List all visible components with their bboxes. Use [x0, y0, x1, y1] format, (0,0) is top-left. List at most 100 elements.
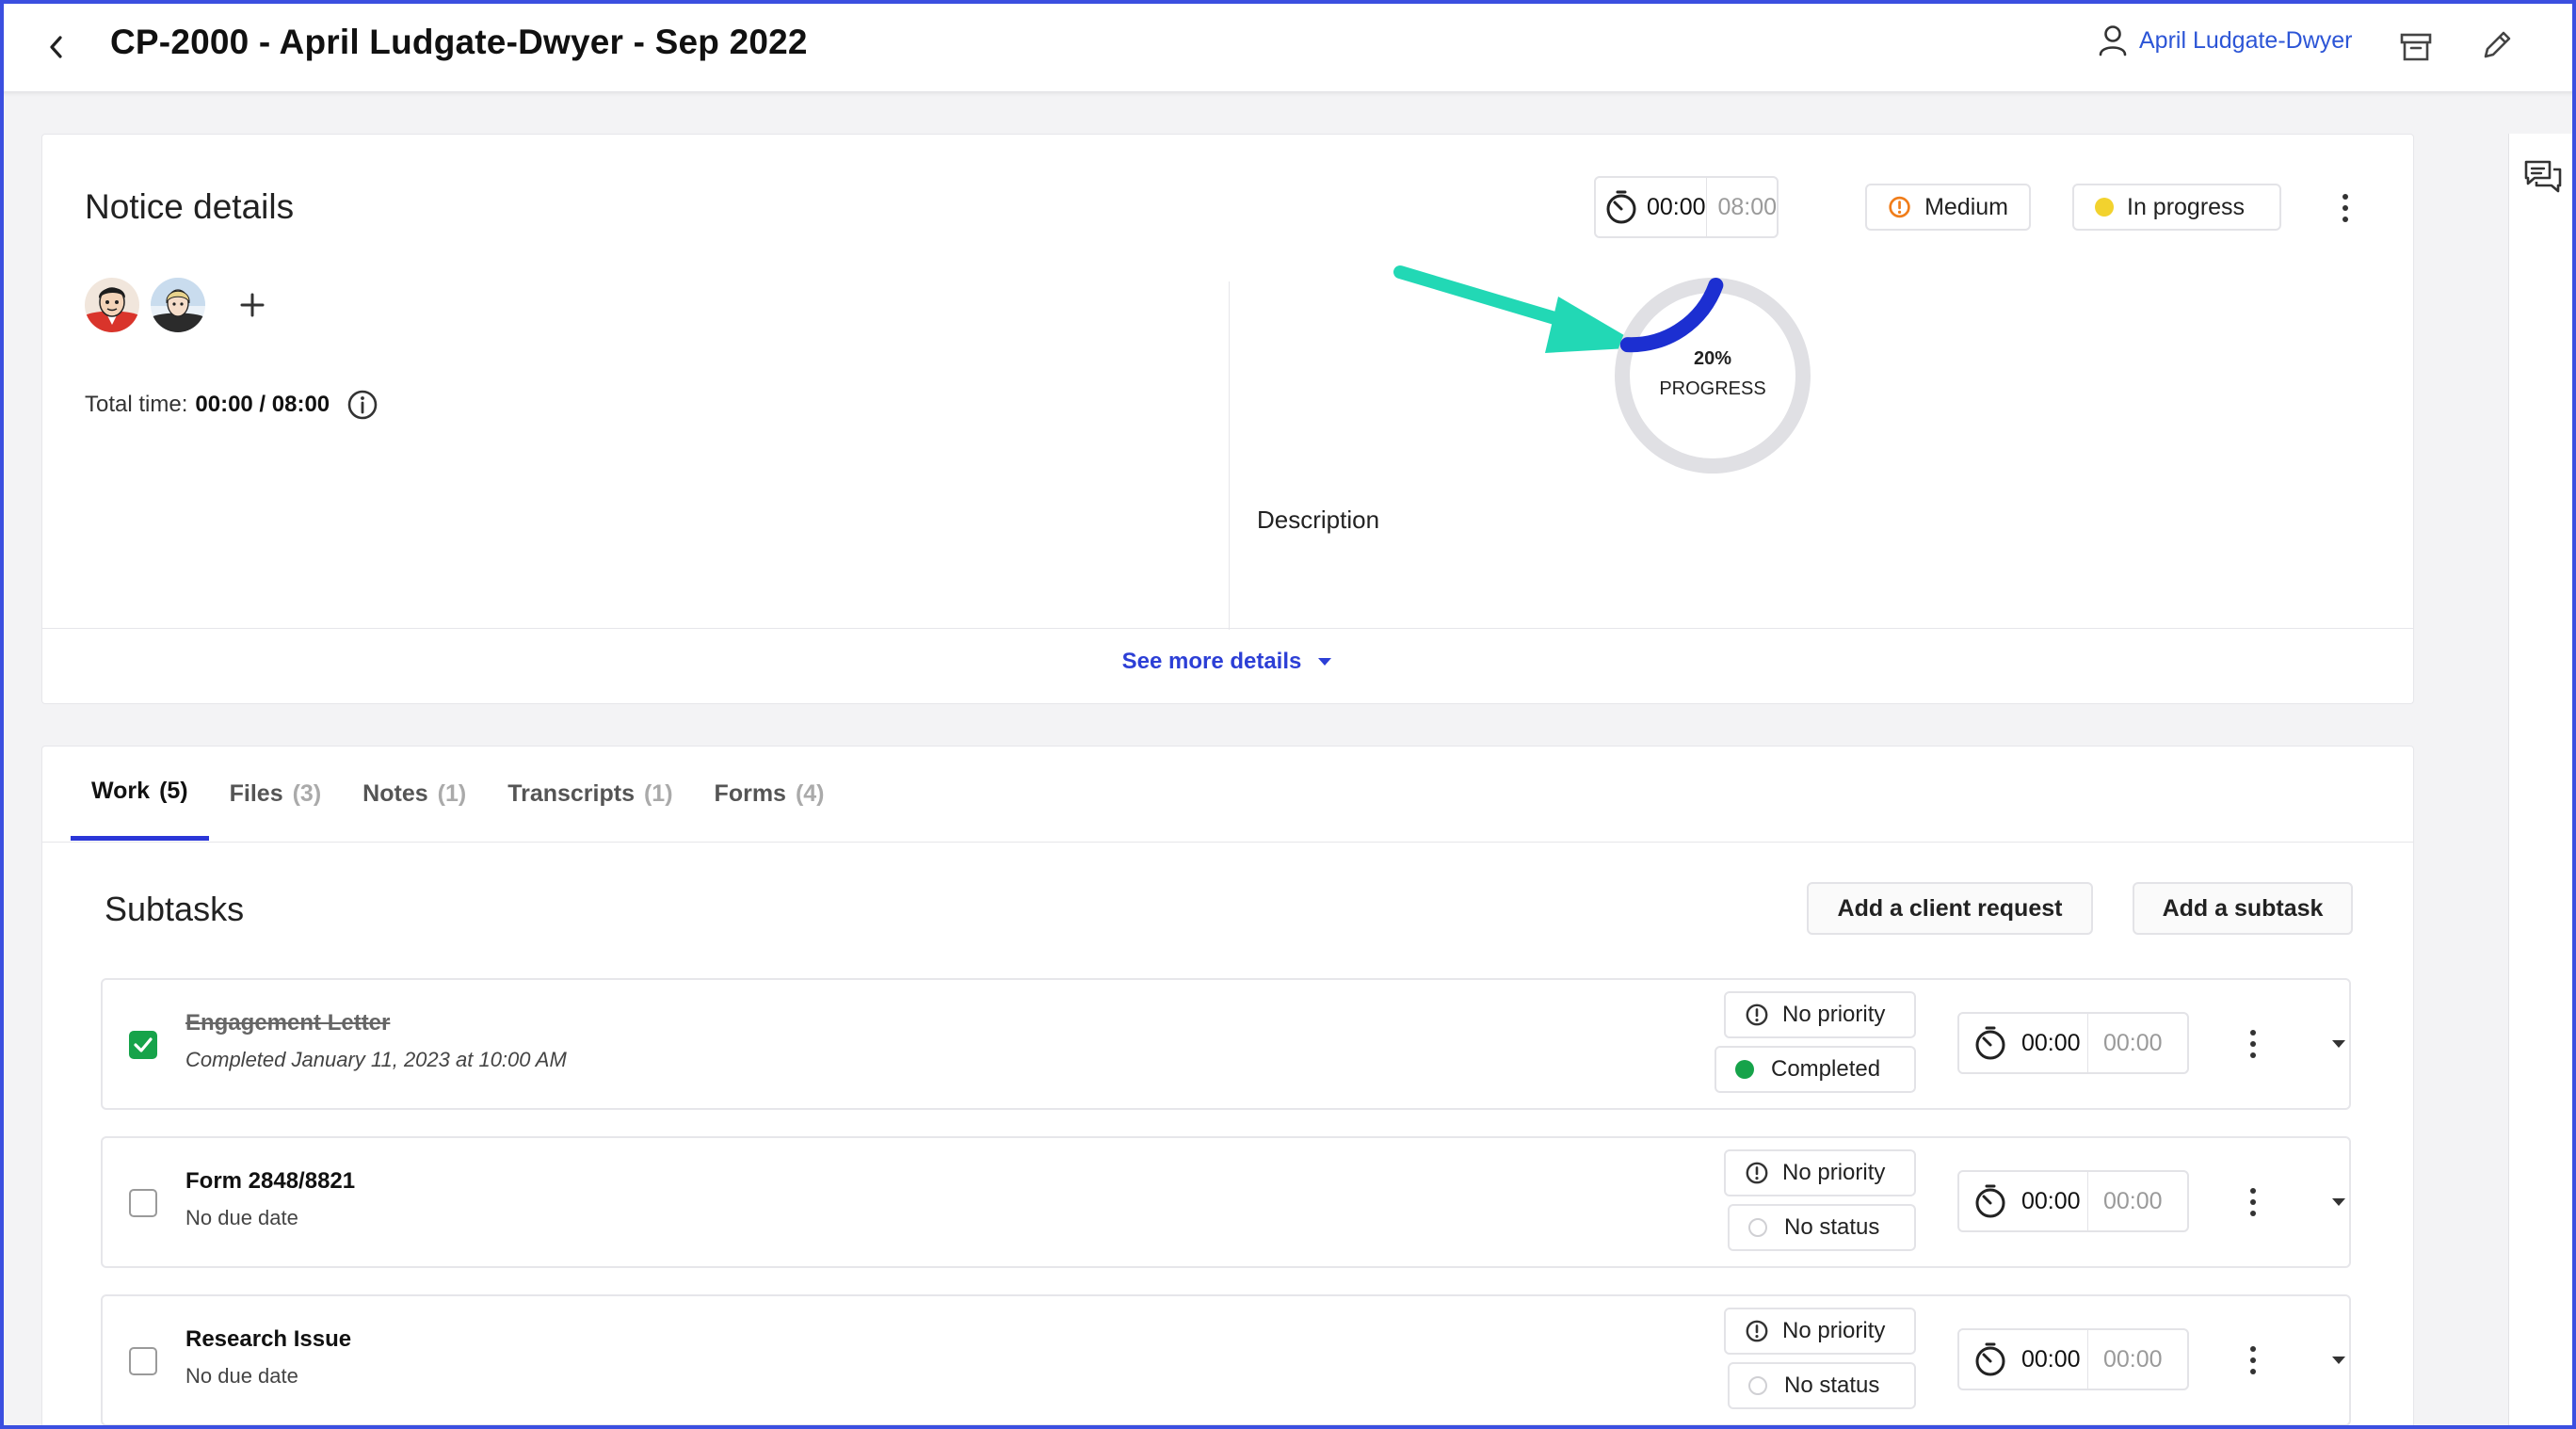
timer-estimate[interactable]: 00:00: [2088, 1346, 2163, 1373]
subtask-timer[interactable]: 00:00 00:00: [1957, 1170, 2189, 1232]
subtask-expand-button[interactable]: [2325, 1349, 2353, 1372]
right-rail: [2508, 134, 2576, 1429]
tab-count: (3): [292, 779, 322, 807]
tab-notes[interactable]: Notes (1): [342, 747, 487, 841]
progress-label: 20% PROGRESS: [1611, 344, 1814, 404]
notice-timer[interactable]: 00:00 08:00: [1594, 176, 1779, 238]
more-vertical-icon: [2250, 1030, 2256, 1036]
tab-forms[interactable]: Forms (4): [694, 747, 845, 841]
notice-more-menu[interactable]: [2332, 189, 2359, 227]
tab-label: Work: [91, 778, 151, 804]
subtask-checkbox[interactable]: [129, 1189, 157, 1217]
caret-down-icon: [2332, 1040, 2345, 1048]
priority-alert-icon: [1746, 1004, 1768, 1026]
status-label: Completed: [1771, 1056, 1881, 1082]
timer-icon[interactable]: [1959, 1183, 2021, 1219]
status-label: No status: [1784, 1214, 1880, 1240]
status-dot-icon: [1735, 1060, 1754, 1079]
tab-work[interactable]: Work (5): [71, 747, 209, 841]
subtask-row[interactable]: Research Issue No due date No priority N…: [101, 1294, 2351, 1426]
timer-elapsed: 00:00: [2021, 1345, 2081, 1373]
subtask-row[interactable]: Engagement Letter Completed January 11, …: [101, 978, 2351, 1110]
add-assignee-button[interactable]: [233, 286, 271, 324]
tab-label: Files: [229, 779, 283, 807]
timer-icon[interactable]: [1596, 189, 1647, 225]
subtask-status-dropdown[interactable]: Completed: [1715, 1046, 1916, 1093]
subtask-more-menu[interactable]: [2244, 1025, 2262, 1063]
timer-estimate[interactable]: 00:00: [2088, 1188, 2163, 1215]
add-subtask-button[interactable]: Add a subtask: [2133, 882, 2353, 935]
pencil-icon: [2484, 31, 2511, 58]
subtasks-title: Subtasks: [105, 890, 245, 928]
subtask-more-menu[interactable]: [2244, 1341, 2262, 1379]
subtask-more-menu[interactable]: [2244, 1183, 2262, 1221]
tab-transcripts[interactable]: Transcripts (1): [487, 747, 693, 841]
see-more-details-button[interactable]: See more details: [42, 649, 2413, 675]
subtask-timer[interactable]: 00:00 00:00: [1957, 1328, 2189, 1390]
priority-label: Medium: [1924, 193, 2008, 220]
subtask-priority-dropdown[interactable]: No priority: [1724, 1149, 1916, 1196]
priority-dropdown[interactable]: Medium: [1865, 184, 2031, 231]
timer-estimate[interactable]: 08:00: [1706, 194, 1777, 221]
subtask-name[interactable]: Research Issue: [185, 1326, 351, 1353]
subtask-priority-dropdown[interactable]: No priority: [1724, 991, 1916, 1038]
comments-button[interactable]: [2520, 154, 2566, 200]
timer-elapsed: 00:00: [1647, 193, 1706, 220]
status-label: In progress: [2127, 193, 2246, 220]
subtask-checkbox[interactable]: [129, 1031, 157, 1059]
subtask-name[interactable]: Engagement Letter: [185, 1010, 390, 1036]
info-icon[interactable]: [346, 389, 378, 421]
chevron-left-icon: [50, 36, 62, 58]
more-vertical-icon: [2250, 1346, 2256, 1352]
avatar[interactable]: [151, 278, 205, 332]
tab-label: Transcripts: [507, 779, 635, 807]
user-icon: [2099, 25, 2127, 56]
subtask-priority-dropdown[interactable]: No priority: [1724, 1308, 1916, 1355]
subtask-name[interactable]: Form 2848/8821: [185, 1168, 355, 1195]
total-time-label: Total time:: [85, 392, 188, 417]
avatar[interactable]: [85, 278, 139, 332]
caret-down-icon: [2332, 1357, 2345, 1364]
timer-elapsed: 00:00: [2021, 1187, 2081, 1214]
subtask-timer[interactable]: 00:00 00:00: [1957, 1012, 2189, 1074]
tab-files[interactable]: Files (3): [209, 747, 343, 841]
caret-down-icon: [1318, 658, 1332, 666]
more-vertical-icon: [2250, 1188, 2256, 1194]
status-dropdown[interactable]: In progress: [2072, 184, 2281, 231]
subtask-subtitle: Completed January 11, 2023 at 10:00 AM: [185, 1048, 567, 1071]
tab-count: (4): [795, 779, 825, 807]
subtask-expand-button[interactable]: [2325, 1191, 2353, 1213]
status-dot-icon: [1748, 1376, 1767, 1395]
plus-icon: [240, 293, 265, 317]
total-time: Total time: 00:00 / 08:00: [85, 389, 378, 421]
tab-count: (1): [437, 779, 467, 807]
status-label: No status: [1784, 1373, 1880, 1398]
add-client-request-button[interactable]: Add a client request: [1807, 882, 2093, 935]
status-dot-icon: [1748, 1218, 1767, 1237]
comments-icon: [2524, 160, 2562, 193]
subtask-expand-button[interactable]: [2325, 1033, 2353, 1055]
progress-caption: PROGRESS: [1659, 378, 1766, 399]
timer-icon[interactable]: [1959, 1025, 2021, 1061]
assigned-user-link[interactable]: April Ludgate-Dwyer: [2098, 24, 2353, 56]
subtask-status-dropdown[interactable]: No status: [1728, 1204, 1916, 1251]
checkmark-icon: [134, 1037, 153, 1052]
top-header: CP-2000 - April Ludgate-Dwyer - Sep 2022…: [0, 0, 2576, 92]
tab-label: Forms: [714, 779, 786, 807]
user-name: April Ludgate-Dwyer: [2139, 26, 2353, 54]
total-time-value: 00:00 / 08:00: [195, 392, 330, 417]
archive-button[interactable]: [2395, 26, 2437, 68]
archive-icon: [2400, 33, 2432, 61]
edit-button[interactable]: [2476, 24, 2518, 66]
subtask-status-dropdown[interactable]: No status: [1728, 1362, 1916, 1409]
priority-alert-icon: [1746, 1162, 1768, 1184]
timer-estimate[interactable]: 00:00: [2088, 1030, 2163, 1057]
status-dot-icon: [2095, 198, 2114, 217]
subtask-row[interactable]: Form 2848/8821 No due date No priority N…: [101, 1136, 2351, 1268]
subtask-checkbox[interactable]: [129, 1347, 157, 1375]
timer-icon[interactable]: [1959, 1341, 2021, 1377]
subtask-subtitle: No due date: [185, 1364, 298, 1388]
priority-label: No priority: [1782, 1318, 1886, 1343]
assignees: [85, 278, 271, 332]
back-button[interactable]: [38, 28, 75, 66]
